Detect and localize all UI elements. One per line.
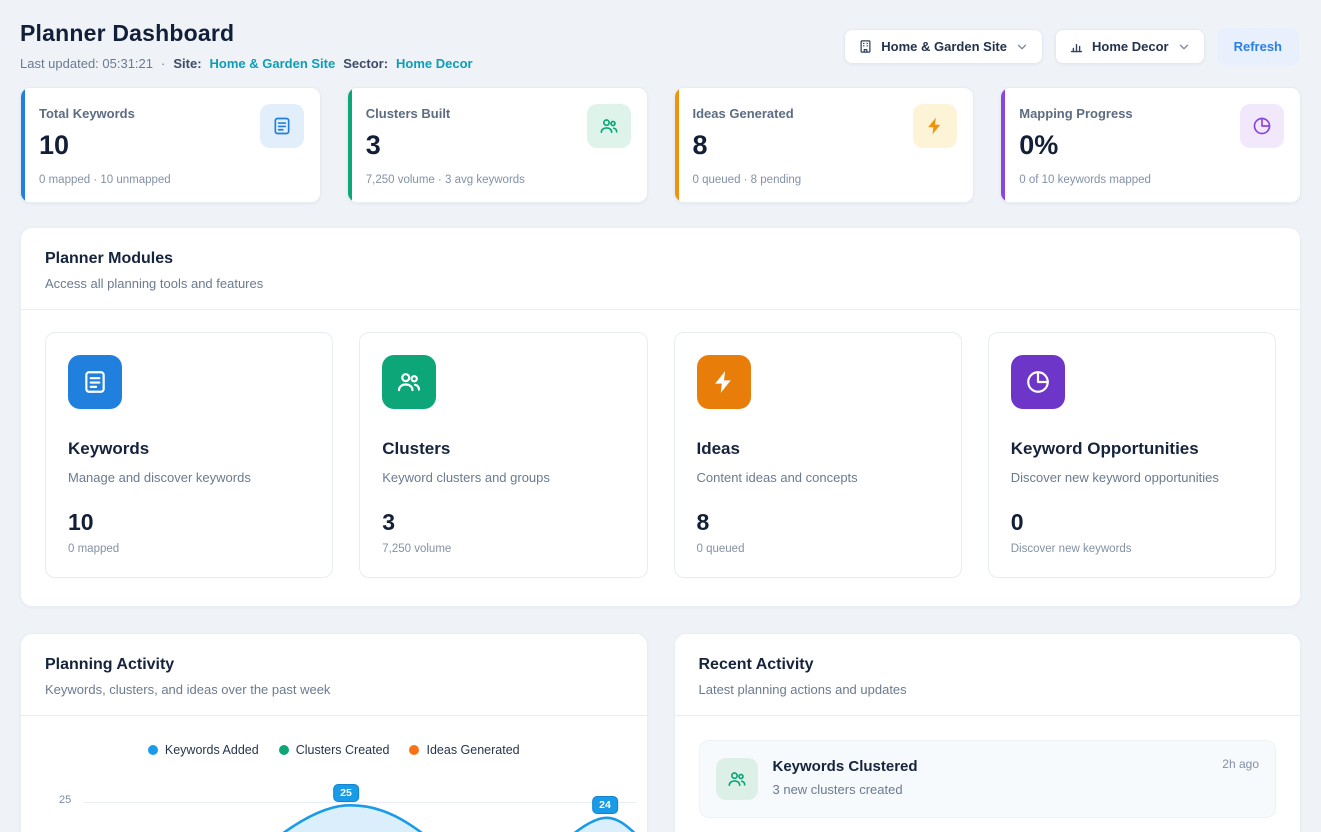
stat-card-mapping-progress: Mapping Progress 0% 0 of 10 keywords map… — [1000, 87, 1301, 203]
activity-item-body: Keywords Clustered 3 new clusters create… — [773, 758, 918, 800]
activity-item-timestamp: 2h ago — [1222, 757, 1259, 771]
users-icon — [587, 104, 631, 148]
activity-list: Keywords Clustered 3 new clusters create… — [675, 716, 1301, 832]
module-caption: 7,250 volume — [382, 543, 624, 555]
site-selector-dropdown[interactable]: Home & Garden Site — [844, 29, 1043, 64]
legend-item-keywords-added: Keywords Added — [148, 743, 259, 757]
module-caption: 0 mapped — [68, 543, 310, 555]
pie-chart-icon — [1240, 104, 1284, 148]
bar-chart-icon — [1069, 39, 1084, 54]
legend-dot — [279, 745, 289, 755]
sector-label: Sector: — [343, 56, 388, 71]
planning-activity-card: Planning Activity Keywords, clusters, an… — [20, 633, 648, 832]
activity-item-description: 3 new clusters created — [773, 782, 918, 797]
module-caption: 0 queued — [697, 543, 939, 555]
refresh-button[interactable]: Refresh — [1217, 28, 1299, 65]
bolt-icon — [697, 355, 751, 409]
stat-caption: 7,250 volume · 3 avg keywords — [366, 174, 629, 186]
module-title: Clusters — [382, 439, 624, 459]
stat-card-clusters-built: Clusters Built 3 7,250 volume · 3 avg ke… — [347, 87, 648, 203]
header-meta: Last updated: 05:31:21 · Site: Home & Ga… — [20, 56, 473, 71]
panel-title: Planner Modules — [45, 250, 1276, 268]
stat-caption: 0 mapped · 10 unmapped — [39, 174, 302, 186]
list-item: Keywords Clustered 3 new clusters create… — [699, 740, 1277, 818]
activity-item-title: Keywords Clustered — [773, 758, 918, 775]
module-value: 0 — [1011, 509, 1253, 536]
meta-separator: · — [161, 56, 165, 71]
planner-modules-panel: Planner Modules Access all planning tool… — [20, 227, 1301, 607]
planner-modules-header: Planner Modules Access all planning tool… — [21, 228, 1300, 310]
building-icon — [858, 39, 873, 54]
modules-grid: Keywords Manage and discover keywords 10… — [21, 310, 1300, 606]
legend-label: Clusters Created — [296, 743, 390, 757]
stat-cards-row: Total Keywords 10 0 mapped · 10 unmapped… — [0, 87, 1321, 203]
data-point-label: 24 — [592, 796, 618, 814]
page-header: Planner Dashboard Last updated: 05:31:21… — [0, 0, 1321, 71]
legend-dot — [409, 745, 419, 755]
legend-item-clusters-created: Clusters Created — [279, 743, 390, 757]
document-icon — [68, 355, 122, 409]
stat-caption: 0 of 10 keywords mapped — [1019, 174, 1282, 186]
keywords-added-series — [83, 772, 637, 832]
y-axis-tick: 25 — [59, 794, 71, 806]
chart-legend: Keywords Added Clusters Created Ideas Ge… — [21, 716, 647, 757]
module-description: Manage and discover keywords — [68, 470, 310, 485]
stat-card-ideas-generated: Ideas Generated 8 0 queued · 8 pending — [674, 87, 975, 203]
module-card-keyword-opportunities[interactable]: Keyword Opportunities Discover new keywo… — [988, 332, 1276, 578]
module-title: Keyword Opportunities — [1011, 439, 1253, 459]
stat-caption: 0 queued · 8 pending — [693, 174, 956, 186]
site-link[interactable]: Home & Garden Site — [210, 56, 336, 71]
users-icon — [382, 355, 436, 409]
panel-subtitle: Access all planning tools and features — [45, 276, 1276, 291]
site-selector-value: Home & Garden Site — [881, 39, 1007, 54]
last-updated-text: Last updated: 05:31:21 — [20, 56, 153, 71]
line-chart: 25 25 24 — [21, 772, 647, 832]
module-card-ideas[interactable]: Ideas Content ideas and concepts 8 0 que… — [674, 332, 962, 578]
pie-chart-icon — [1011, 355, 1065, 409]
recent-activity-header: Recent Activity Latest planning actions … — [675, 634, 1301, 716]
stat-card-total-keywords: Total Keywords 10 0 mapped · 10 unmapped — [20, 87, 321, 203]
module-caption: Discover new keywords — [1011, 543, 1253, 555]
planning-activity-header: Planning Activity Keywords, clusters, an… — [21, 634, 647, 716]
module-value: 3 — [382, 509, 624, 536]
legend-label: Keywords Added — [165, 743, 259, 757]
site-label: Site: — [173, 56, 201, 71]
module-description: Discover new keyword opportunities — [1011, 470, 1253, 485]
module-title: Keywords — [68, 439, 310, 459]
module-description: Keyword clusters and groups — [382, 470, 624, 485]
sector-selector-value: Home Decor — [1092, 39, 1169, 54]
legend-label: Ideas Generated — [426, 743, 519, 757]
header-controls: Home & Garden Site Home Decor Refresh — [844, 28, 1299, 65]
panel-subtitle: Latest planning actions and updates — [699, 682, 1277, 697]
module-card-keywords[interactable]: Keywords Manage and discover keywords 10… — [45, 332, 333, 578]
legend-dot — [148, 745, 158, 755]
page-title: Planner Dashboard — [20, 20, 473, 47]
module-description: Content ideas and concepts — [697, 470, 939, 485]
chevron-down-icon — [1015, 40, 1029, 54]
panel-title: Recent Activity — [699, 656, 1277, 674]
recent-activity-card: Recent Activity Latest planning actions … — [674, 633, 1302, 832]
document-icon — [260, 104, 304, 148]
module-card-clusters[interactable]: Clusters Keyword clusters and groups 3 7… — [359, 332, 647, 578]
sector-link[interactable]: Home Decor — [396, 56, 473, 71]
planner-dashboard-page: Planner Dashboard Last updated: 05:31:21… — [0, 0, 1321, 832]
bolt-icon — [913, 104, 957, 148]
bottom-row: Planning Activity Keywords, clusters, an… — [0, 633, 1321, 832]
chevron-down-icon — [1177, 40, 1191, 54]
module-value: 8 — [697, 509, 939, 536]
legend-item-ideas-generated: Ideas Generated — [409, 743, 519, 757]
sector-selector-dropdown[interactable]: Home Decor — [1055, 29, 1205, 64]
panel-subtitle: Keywords, clusters, and ideas over the p… — [45, 682, 623, 697]
users-icon — [716, 758, 758, 800]
header-left: Planner Dashboard Last updated: 05:31:21… — [20, 20, 473, 71]
panel-title: Planning Activity — [45, 656, 623, 674]
data-point-label: 25 — [333, 784, 359, 802]
module-value: 10 — [68, 509, 310, 536]
module-title: Ideas — [697, 439, 939, 459]
